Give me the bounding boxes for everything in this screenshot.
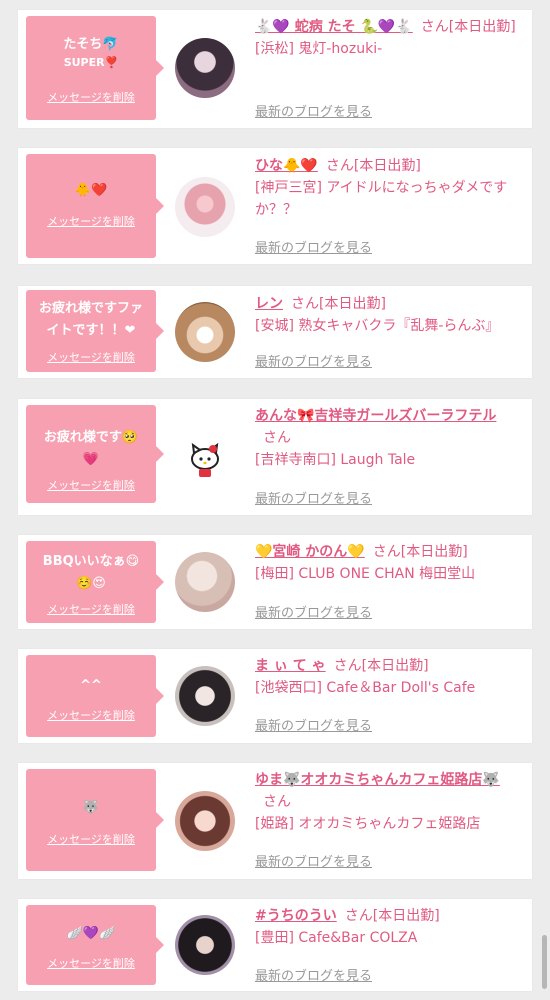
honorific: さん <box>263 430 291 446</box>
message-text: BBQいいなぁ😋 <box>42 554 140 569</box>
cast-info: 🐇💜 蛇病 たそ 🐍💜🐇 さん[本日出勤] [浜松] 鬼灯-hozuki- <box>255 16 517 60</box>
shop-name: [吉祥寺南口] Laugh Tale <box>255 452 416 468</box>
message-text: たそち🐬 <box>63 37 119 52</box>
cast-name-link[interactable]: ゆま🐺オオカミちゃんカフェ姫路店🐺 <box>255 772 500 788</box>
honorific: さん <box>325 158 354 174</box>
message-text-line2: イトです！！❤ <box>46 323 136 338</box>
shop-name: [浜松] 鬼灯-hozuki- <box>255 41 383 57</box>
work-status: [本日出勤] <box>319 296 386 312</box>
avatar[interactable] <box>175 177 235 237</box>
avatar[interactable] <box>175 552 235 612</box>
message-bubble: お疲れ様ですファ イトです！！❤ メッセージを削除 <box>26 290 164 372</box>
shop-name: [神戸三宮] アイドルになっちゃダメですか？？ <box>255 180 508 218</box>
honorific: さん <box>333 658 362 674</box>
latest-blog-link[interactable]: 最新のブログを見る <box>255 488 372 507</box>
cast-info: ひな🐥❤️ さん[本日出勤] [神戸三宮] アイドルになっちゃダメですか？？ <box>255 155 517 221</box>
message-card: 🪽💜🪽 メッセージを削除 #うちのうい さん[本日出勤] [豊田] Cafe&Ba… <box>18 899 532 991</box>
shop-name: [豊田] Cafe&Bar COLZA <box>255 930 418 946</box>
avatar[interactable] <box>175 38 235 98</box>
hello-kitty-icon <box>191 442 219 477</box>
latest-blog-link[interactable]: 最新のブログを見る <box>255 237 372 256</box>
avatar[interactable] <box>175 915 235 975</box>
scrollbar-thumb[interactable] <box>542 935 547 989</box>
message-text: お疲れ様ですファ <box>38 301 143 316</box>
message-card: ^^ メッセージを削除 ま ぃ て ゃさん[本日出勤] [池袋西口] Cafe＆… <box>18 649 532 743</box>
cast-info: あんな🎀吉祥寺ガールズバーラフテルさん [吉祥寺南口] Laugh Tale <box>255 405 517 471</box>
latest-blog-link[interactable]: 最新のブログを見る <box>255 351 372 370</box>
latest-blog-link[interactable]: 最新のブログを見る <box>255 715 372 734</box>
work-status: [本日出勤] <box>448 19 516 35</box>
message-card: 🐺 メッセージを削除 ゆま🐺オオカミちゃんカフェ姫路店🐺 さん [姫路] オオカミ… <box>18 763 532 879</box>
cast-info: #うちのうい さん[本日出勤] [豊田] Cafe&Bar COLZA <box>255 905 517 949</box>
avatar[interactable] <box>175 302 235 362</box>
message-bubble: BBQいいなぁ😋 ☺️😍 メッセージを削除 <box>26 541 164 623</box>
message-text-line2: ☺️😍 <box>76 576 106 591</box>
avatar[interactable] <box>175 427 235 487</box>
honorific: さん <box>291 296 319 312</box>
honorific: さん <box>344 908 373 924</box>
message-text-line2: 💗 <box>82 452 100 467</box>
message-text: 🐥❤️ <box>74 183 108 198</box>
delete-message-link[interactable]: メッセージを削除 <box>26 91 156 105</box>
delete-message-link[interactable]: メッセージを削除 <box>26 479 156 493</box>
honorific: さん <box>263 794 291 810</box>
delete-message-link[interactable]: メッセージを削除 <box>26 603 156 617</box>
delete-message-link[interactable]: メッセージを削除 <box>26 215 156 229</box>
message-text: お疲れ様です🥺 <box>43 430 139 445</box>
honorific: さん <box>372 544 401 560</box>
cast-name-link[interactable]: #うちのうい <box>255 908 337 924</box>
shop-name: [安城] 熟女キャバクラ『乱舞-らんぶ』 <box>255 318 500 334</box>
delete-message-link[interactable]: メッセージを削除 <box>26 957 156 971</box>
latest-blog-link[interactable]: 最新のブログを見る <box>255 851 372 870</box>
shop-name: [梅田] CLUB ONE CHAN 梅田堂山 <box>255 566 476 582</box>
cast-name-link[interactable]: ひな🐥❤️ <box>255 158 318 174</box>
shop-name: [池袋西口] Cafe＆Bar Doll's Cafe <box>255 680 476 696</box>
cast-name-link[interactable]: あんな🎀吉祥寺ガールズバーラフテル <box>255 408 496 424</box>
work-status: [本日出勤] <box>400 544 468 560</box>
cast-info: ま ぃ て ゃさん[本日出勤] [池袋西口] Cafe＆Bar Doll's C… <box>255 655 517 699</box>
avatar[interactable] <box>175 666 235 726</box>
message-card: お疲れ様ですファ イトです！！❤ メッセージを削除 レン さん[本日出勤] [安城… <box>18 286 532 378</box>
message-bubble: お疲れ様です🥺 💗 メッセージを削除 <box>26 405 164 503</box>
work-status: [本日出勤] <box>361 658 429 674</box>
cast-info: レン さん[本日出勤] [安城] 熟女キャバクラ『乱舞-らんぶ』 <box>255 293 517 337</box>
message-card: たそち🐬 SUPER❣️ メッセージを削除 🐇💜 蛇病 たそ 🐍💜🐇 さん[本日出… <box>18 10 532 128</box>
honorific: さん <box>420 19 449 35</box>
message-card: お疲れ様です🥺 💗 メッセージを削除 あんな🎀吉祥寺ガールズバーラフテルさん [… <box>18 399 532 515</box>
delete-message-link[interactable]: メッセージを削除 <box>26 833 156 847</box>
work-status: [本日出勤] <box>372 908 440 924</box>
message-text-line2: SUPER❣️ <box>63 56 119 69</box>
cast-info: ゆま🐺オオカミちゃんカフェ姫路店🐺 さん [姫路] オオカミちゃんカフェ姫路店 <box>255 769 517 835</box>
cast-name-link[interactable]: ま ぃ て ゃ <box>255 658 326 674</box>
cast-info: 💛宮崎 かのん💛 さん[本日出勤] [梅田] CLUB ONE CHAN 梅田堂山 <box>255 541 517 585</box>
cast-name-link[interactable]: 🐇💜 蛇病 たそ 🐍💜🐇 <box>255 19 413 35</box>
cast-name-link[interactable]: 💛宮崎 かのん💛 <box>255 544 365 560</box>
shop-name: [姫路] オオカミちゃんカフェ姫路店 <box>255 816 481 832</box>
message-text: 🪽💜🪽 <box>66 926 116 941</box>
message-bubble: 🪽💜🪽 メッセージを削除 <box>26 905 164 985</box>
avatar[interactable] <box>175 791 235 851</box>
cast-name-link[interactable]: レン <box>255 296 283 312</box>
message-card: BBQいいなぁ😋 ☺️😍 メッセージを削除 💛宮崎 かのん💛 さん[本日出勤] [… <box>18 535 532 629</box>
message-card: 🐥❤️ メッセージを削除 ひな🐥❤️ さん[本日出勤] [神戸三宮] アイドルにな… <box>18 148 532 264</box>
latest-blog-link[interactable]: 最新のブログを見る <box>255 101 372 120</box>
work-status: [本日出勤] <box>353 158 421 174</box>
message-bubble: ^^ メッセージを削除 <box>26 655 164 737</box>
message-text: ^^ <box>80 678 102 693</box>
message-bubble: 🐺 メッセージを削除 <box>26 769 164 871</box>
latest-blog-link[interactable]: 最新のブログを見る <box>255 965 372 984</box>
delete-message-link[interactable]: メッセージを削除 <box>26 709 156 723</box>
message-bubble: 🐥❤️ メッセージを削除 <box>26 154 164 258</box>
delete-message-link[interactable]: メッセージを削除 <box>26 351 156 365</box>
message-bubble: たそち🐬 SUPER❣️ メッセージを削除 <box>26 16 164 120</box>
message-text: 🐺 <box>82 800 100 815</box>
latest-blog-link[interactable]: 最新のブログを見る <box>255 602 372 621</box>
